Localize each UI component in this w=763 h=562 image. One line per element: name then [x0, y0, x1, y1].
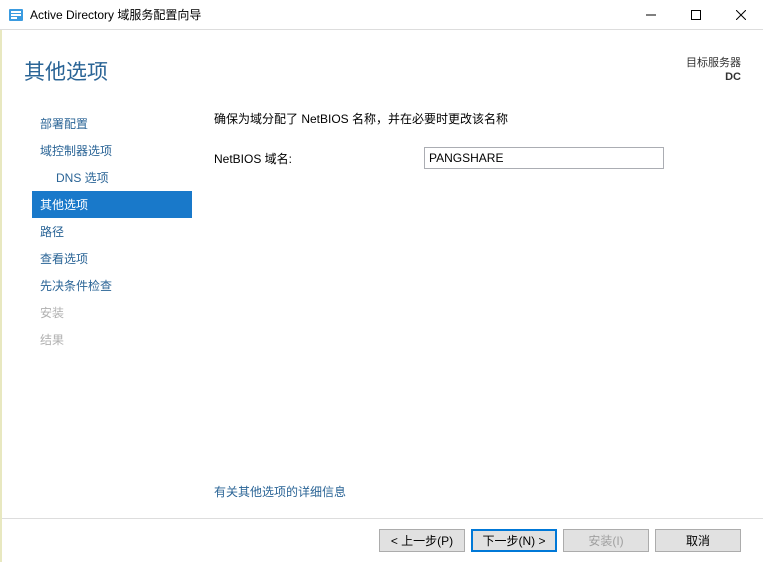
- sidebar-item-install: 安装: [32, 299, 192, 326]
- minimize-button[interactable]: [628, 0, 673, 29]
- sidebar-item-review[interactable]: 查看选项: [32, 245, 192, 272]
- target-server-label: 目标服务器: [686, 56, 741, 70]
- main-panel: 确保为域分配了 NetBIOS 名称，并在必要时更改该名称 NetBIOS 域名…: [192, 104, 741, 518]
- netbios-row: NetBIOS 域名:: [214, 147, 741, 169]
- target-server-block: 目标服务器 DC: [686, 56, 741, 85]
- wizard-sidebar: 部署配置 域控制器选项 DNS 选项 其他选项 路径 查看选项 先决条件检查 安…: [32, 110, 192, 518]
- instruction-text: 确保为域分配了 NetBIOS 名称，并在必要时更改该名称: [214, 110, 741, 127]
- install-button: 安装(I): [563, 529, 649, 552]
- sidebar-item-paths[interactable]: 路径: [32, 218, 192, 245]
- maximize-button[interactable]: [673, 0, 718, 29]
- header: 其他选项 目标服务器 DC: [2, 30, 763, 104]
- sidebar-item-deployment[interactable]: 部署配置: [32, 110, 192, 137]
- sidebar-item-prereq[interactable]: 先决条件检查: [32, 272, 192, 299]
- more-info-link[interactable]: 有关其他选项的详细信息: [214, 485, 346, 499]
- sidebar-item-dc-options[interactable]: 域控制器选项: [32, 137, 192, 164]
- target-server-name: DC: [686, 70, 741, 84]
- app-icon: [8, 7, 24, 23]
- netbios-label: NetBIOS 域名:: [214, 150, 424, 167]
- sidebar-item-dns-options[interactable]: DNS 选项: [32, 164, 192, 191]
- cancel-button[interactable]: 取消: [655, 529, 741, 552]
- footer: < 上一步(P) 下一步(N) > 安装(I) 取消: [2, 518, 763, 562]
- page-title: 其他选项: [24, 56, 108, 86]
- previous-button[interactable]: < 上一步(P): [379, 529, 465, 552]
- window-title: Active Directory 域服务配置向导: [30, 6, 201, 23]
- window-controls: [628, 0, 763, 29]
- sidebar-item-additional-options[interactable]: 其他选项: [32, 191, 192, 218]
- next-button[interactable]: 下一步(N) >: [471, 529, 557, 552]
- netbios-input[interactable]: [424, 147, 664, 169]
- close-button[interactable]: [718, 0, 763, 29]
- titlebar: Active Directory 域服务配置向导: [0, 0, 763, 30]
- sidebar-item-results: 结果: [32, 326, 192, 353]
- more-info-row: 有关其他选项的详细信息: [214, 483, 741, 500]
